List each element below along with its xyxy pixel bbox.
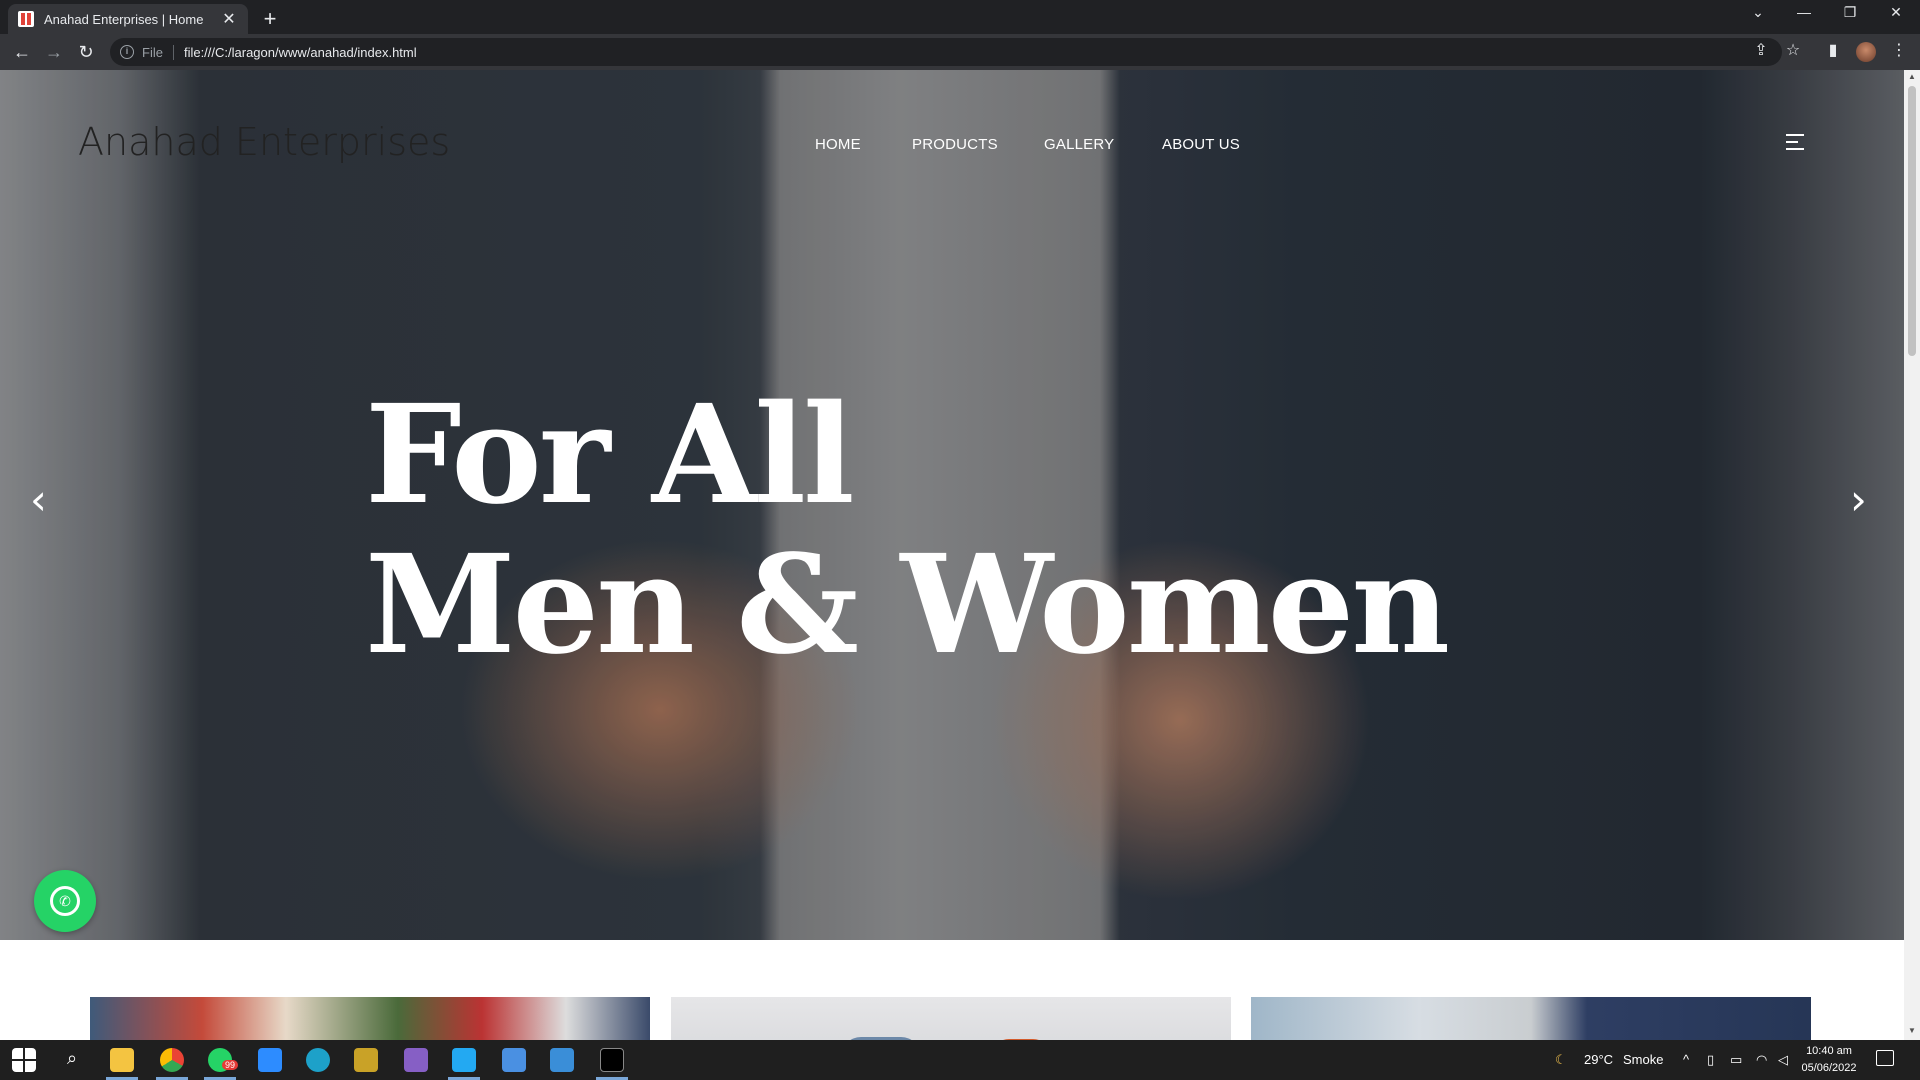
browser-toolbar: ← → ↻ i File file:///C:/laragon/www/anah… — [0, 34, 1920, 70]
category-card-image[interactable] — [90, 997, 650, 1040]
tab-close-icon[interactable]: ✕ — [220, 9, 238, 29]
scroll-down-arrow-icon[interactable]: ▼ — [1907, 1026, 1917, 1035]
system-clock[interactable]: 10:40 am 05/06/2022 — [1800, 1043, 1858, 1077]
wifi-icon[interactable]: ◠ — [1756, 1052, 1767, 1068]
whatsapp-phone-icon: ✆ — [50, 886, 80, 916]
nav-home[interactable]: HOME — [815, 136, 861, 153]
weather-condition[interactable]: Smoke — [1623, 1052, 1663, 1067]
minimize-button[interactable]: — — [1784, 4, 1824, 20]
tools-icon[interactable] — [354, 1048, 378, 1072]
visual-studio-icon[interactable] — [404, 1048, 428, 1072]
app-icon[interactable] — [502, 1048, 526, 1072]
tab-title: Anahad Enterprises | Home — [44, 11, 204, 27]
url-text[interactable]: file:///C:/laragon/www/anahad/index.html — [184, 45, 417, 60]
site-brand-logo[interactable]: Anahad Enterprises — [78, 120, 450, 164]
edge-icon[interactable] — [306, 1048, 330, 1072]
scroll-up-arrow-icon[interactable]: ▲ — [1907, 72, 1917, 81]
windows-start-icon[interactable] — [12, 1048, 36, 1072]
app-icon[interactable] — [550, 1048, 574, 1072]
address-bar[interactable]: i File file:///C:/laragon/www/anahad/ind… — [110, 38, 1782, 66]
carousel-next-chevron-icon[interactable]: › — [1850, 475, 1867, 524]
terminal-icon[interactable] — [600, 1048, 624, 1072]
profile-avatar[interactable] — [1856, 42, 1876, 62]
tray-chevron-up-icon[interactable]: ^ — [1683, 1052, 1689, 1067]
browser-title-bar: Anahad Enterprises | Home ✕ + ⌄ — ❐ ✕ — [0, 0, 1920, 34]
nav-products[interactable]: PRODUCTS — [912, 136, 998, 153]
whatsapp-badge: 99 — [222, 1060, 239, 1070]
side-panel-icon[interactable]: ▮ — [1820, 40, 1846, 60]
hero-headline-line1: For All — [365, 375, 855, 535]
carousel-prev-chevron-icon[interactable]: ‹ — [30, 475, 47, 524]
scrollbar-thumb[interactable] — [1908, 86, 1916, 356]
share-icon[interactable]: ⇪ — [1748, 40, 1774, 60]
close-window-button[interactable]: ✕ — [1876, 4, 1916, 21]
forward-arrow-icon[interactable]: → — [42, 40, 66, 64]
category-card-image[interactable] — [1251, 997, 1811, 1040]
clock-time: 10:40 am — [1806, 1045, 1852, 1057]
file-explorer-icon[interactable] — [110, 1048, 134, 1072]
site-favicon-icon — [18, 11, 34, 27]
category-card-image[interactable] — [671, 997, 1231, 1040]
zoom-icon[interactable] — [258, 1048, 282, 1072]
windows-taskbar: ⌕ 99 ☾ 29°C Smoke ^ ▯ ▭ ◠ ◁ 10:40 am 05/… — [0, 1040, 1920, 1080]
page-scrollbar[interactable]: ▲ ▼ — [1904, 70, 1920, 1040]
weather-moon-icon[interactable]: ☾ — [1555, 1052, 1567, 1068]
tab-search-chevron-icon[interactable]: ⌄ — [1738, 4, 1778, 21]
nav-about-us[interactable]: ABOUT US — [1162, 136, 1240, 153]
hero-headline: For All Men & Women — [365, 375, 1450, 685]
weather-temperature[interactable]: 29°C — [1584, 1052, 1613, 1067]
whatsapp-app-icon[interactable]: 99 — [208, 1048, 239, 1072]
vscode-icon[interactable] — [452, 1048, 476, 1072]
new-tab-button[interactable]: + — [258, 6, 282, 32]
chrome-icon[interactable] — [160, 1048, 184, 1072]
page-viewport: Anahad Enterprises HOME PRODUCTS GALLERY… — [0, 70, 1904, 1040]
bookmark-star-icon[interactable]: ☆ — [1780, 40, 1806, 60]
volume-icon[interactable]: ◁ — [1778, 1052, 1788, 1068]
site-info-icon[interactable]: i — [120, 45, 134, 59]
battery-icon[interactable]: ▭ — [1730, 1052, 1742, 1068]
nav-gallery[interactable]: GALLERY — [1044, 136, 1114, 153]
search-icon[interactable]: ⌕ — [60, 1048, 84, 1072]
url-scheme-label: File — [142, 44, 174, 60]
restore-button[interactable]: ❐ — [1830, 4, 1870, 21]
reload-icon[interactable]: ↻ — [74, 40, 98, 64]
notification-center-icon[interactable] — [1876, 1050, 1894, 1066]
hero-headline-line2: Men & Women — [365, 525, 1450, 685]
whatsapp-chat-button[interactable]: ✆ — [34, 870, 96, 932]
more-menu-icon[interactable]: ⋮ — [1886, 40, 1912, 60]
back-arrow-icon[interactable]: ← — [10, 40, 34, 64]
clock-date: 05/06/2022 — [1801, 1062, 1857, 1074]
browser-tab[interactable]: Anahad Enterprises | Home ✕ — [8, 4, 248, 34]
hamburger-menu-icon[interactable] — [1786, 134, 1804, 155]
network-icon[interactable]: ▯ — [1707, 1052, 1714, 1068]
